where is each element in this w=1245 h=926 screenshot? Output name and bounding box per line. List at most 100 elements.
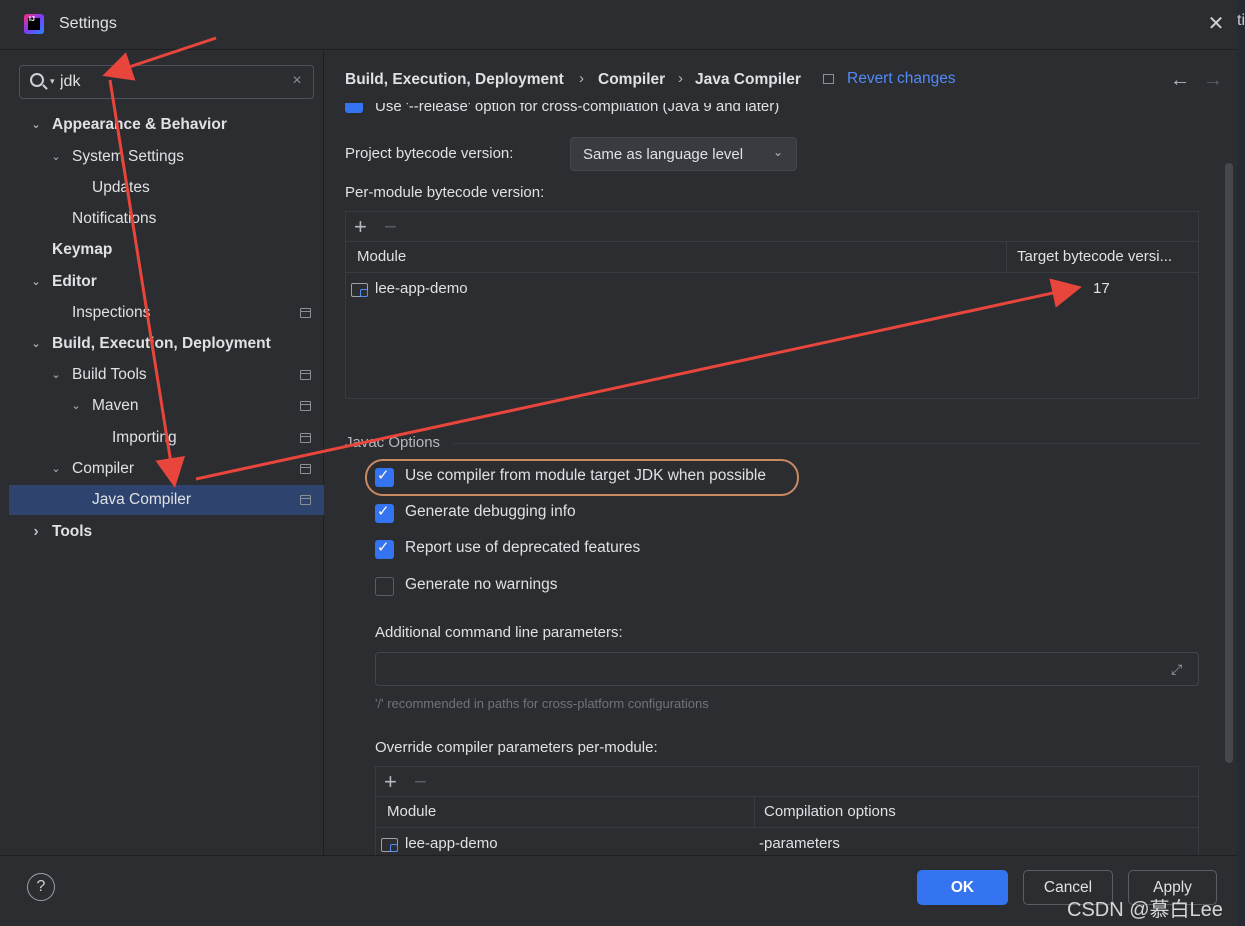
expand-icon[interactable]: ⤢ (1171, 661, 1187, 677)
sidebar-item-importing[interactable]: Importing (9, 423, 324, 453)
chevron-down-icon[interactable]: ⌄ (49, 142, 63, 172)
table-row[interactable]: lee-app-demo -parameters (376, 830, 1198, 855)
chevron-down-icon[interactable]: ⌄ (29, 110, 43, 140)
target-bytecode-value[interactable]: 17 (1093, 280, 1110, 297)
ok-button[interactable]: OK (917, 870, 1008, 905)
sidebar-item-label: Notifications (72, 210, 157, 227)
revert-icon (823, 74, 834, 84)
table-header: Module Compilation options (376, 797, 1198, 828)
close-icon[interactable]: ✕ (1206, 14, 1226, 34)
project-bytecode-value: Same as language level (583, 146, 744, 163)
sidebar-item-build-tools[interactable]: ⌄ Build Tools (9, 360, 324, 390)
breadcrumb-separator-icon: › (678, 70, 683, 87)
sidebar-item-label: Build Tools (72, 366, 147, 383)
check-icon: ✓ (377, 503, 390, 520)
sidebar-item-tools[interactable]: › Tools (9, 517, 324, 547)
remove-icon[interactable]: − (414, 767, 427, 797)
sidebar-item-editor[interactable]: ⌄ Editor (9, 267, 324, 297)
per-module-table: + − Module Target bytecode versi... lee-… (345, 211, 1199, 399)
chevron-down-icon[interactable]: ⌄ (49, 454, 63, 484)
back-arrow-icon[interactable]: ← (1170, 69, 1190, 92)
checkbox-checked[interactable]: ✓ (375, 467, 394, 487)
breadcrumb: Build, Execution, Deployment › Compiler … (325, 51, 1237, 103)
background-window-edge: ti (1237, 0, 1245, 926)
search-input[interactable] (60, 70, 280, 94)
sidebar-item-label: Tools (52, 523, 93, 540)
override-params-table: + − Module Compilation options lee-app-d… (375, 766, 1199, 855)
additional-params-field[interactable]: ⤢ (375, 652, 1199, 686)
remove-icon[interactable]: − (384, 212, 397, 242)
sidebar-item-label: Maven (92, 397, 139, 414)
forward-arrow-icon[interactable]: → (1203, 69, 1223, 92)
column-header-module[interactable]: Module (357, 248, 406, 265)
checkbox-unchecked[interactable] (375, 577, 394, 596)
sidebar-item-notifications[interactable]: Notifications (9, 204, 324, 234)
sidebar-item-label: Inspections (72, 304, 151, 321)
chevron-down-icon[interactable]: ⌄ (49, 360, 63, 390)
javac-options-title: Javac Options (345, 434, 441, 451)
sidebar-item-label: Keymap (52, 241, 113, 258)
settings-search[interactable]: ▾ × (19, 65, 314, 99)
add-icon[interactable]: + (384, 767, 397, 797)
sidebar-item-inspections[interactable]: Inspections (9, 298, 324, 328)
breadcrumb-item-build[interactable]: Build, Execution, Deployment (345, 71, 564, 89)
csdn-watermark: CSDN @慕白Lee (1067, 899, 1223, 921)
module-folder-icon (381, 838, 398, 852)
sidebar-item-system-settings[interactable]: ⌄ System Settings (9, 142, 324, 172)
module-name: lee-app-demo (405, 835, 498, 852)
column-header-target[interactable]: Target bytecode versi... (1017, 248, 1195, 265)
javac-option-label: Report use of deprecated features (405, 539, 641, 556)
checkbox-checked[interactable]: ✓ (375, 539, 394, 559)
sidebar-item-label: Java Compiler (92, 491, 192, 508)
sidebar-item-label: Updates (92, 179, 150, 196)
chevron-down-icon[interactable]: ⌄ (29, 267, 43, 297)
project-level-icon (300, 495, 311, 505)
help-button[interactable]: ? (27, 873, 55, 901)
title-bar: IJ Settings ✕ (0, 0, 1237, 50)
add-icon[interactable]: + (354, 212, 367, 242)
breadcrumb-item-compiler[interactable]: Compiler (598, 71, 665, 89)
revert-changes-link[interactable]: Revert changes (847, 70, 956, 88)
javac-option-label: Generate debugging info (405, 503, 576, 520)
sidebar-item-compiler[interactable]: ⌄ Compiler (9, 454, 324, 484)
dialog-title: Settings (59, 15, 117, 32)
table-header: Module Target bytecode versi... (346, 242, 1198, 273)
clear-search-icon[interactable]: × (288, 72, 306, 92)
project-level-icon (300, 464, 311, 474)
check-icon: ✓ (377, 467, 390, 484)
sidebar-item-keymap[interactable]: Keymap (9, 235, 324, 265)
chevron-down-icon[interactable]: ⌄ (69, 391, 83, 421)
breadcrumb-separator-icon: › (579, 70, 584, 87)
project-bytecode-dropdown[interactable]: Same as language level ⌄ (570, 137, 797, 171)
checkbox-checked[interactable]: ✓ (375, 503, 394, 523)
scrollbar[interactable] (1225, 163, 1233, 763)
search-options-caret-icon[interactable]: ▾ (50, 76, 55, 87)
table-toolbar: + − (376, 767, 1198, 797)
table-row[interactable]: lee-app-demo 17 (346, 275, 1198, 305)
additional-params-label: Additional command line parameters: (375, 624, 623, 641)
override-params-label: Override compiler parameters per-module: (375, 739, 658, 756)
chevron-down-icon[interactable]: ⌄ (29, 329, 43, 359)
sidebar-item-build-execution-deployment[interactable]: ⌄ Build, Execution, Deployment (9, 329, 324, 359)
additional-params-input[interactable] (384, 657, 1154, 681)
chevron-down-icon: ⌄ (773, 145, 784, 159)
settings-sidebar: ▾ × ⌄ Appearance & Behavior ⌄ System Settin… (0, 51, 324, 855)
paths-hint: '/' recommended in paths for cross-platf… (375, 696, 709, 711)
column-divider[interactable] (1006, 242, 1007, 273)
check-icon: ✓ (377, 539, 390, 556)
column-divider[interactable] (754, 797, 755, 828)
background-text: ti (1237, 12, 1245, 29)
sidebar-item-appearance-behavior[interactable]: ⌄ Appearance & Behavior (9, 110, 324, 140)
column-header-options[interactable]: Compilation options (764, 803, 896, 820)
section-divider (453, 443, 1199, 444)
column-header-module[interactable]: Module (387, 803, 436, 820)
sidebar-item-java-compiler[interactable]: Java Compiler (9, 485, 324, 515)
intellij-logo-icon: IJ (24, 14, 44, 34)
module-name: lee-app-demo (375, 280, 468, 297)
compilation-options-value[interactable]: -parameters (759, 835, 840, 852)
sidebar-item-maven[interactable]: ⌄ Maven (9, 391, 324, 421)
sidebar-item-updates[interactable]: Updates (9, 173, 324, 203)
chevron-right-icon[interactable]: › (29, 517, 43, 547)
javac-option-label: Use compiler from module target JDK when… (405, 467, 766, 484)
sidebar-item-label: Build, Execution, Deployment (52, 335, 271, 352)
